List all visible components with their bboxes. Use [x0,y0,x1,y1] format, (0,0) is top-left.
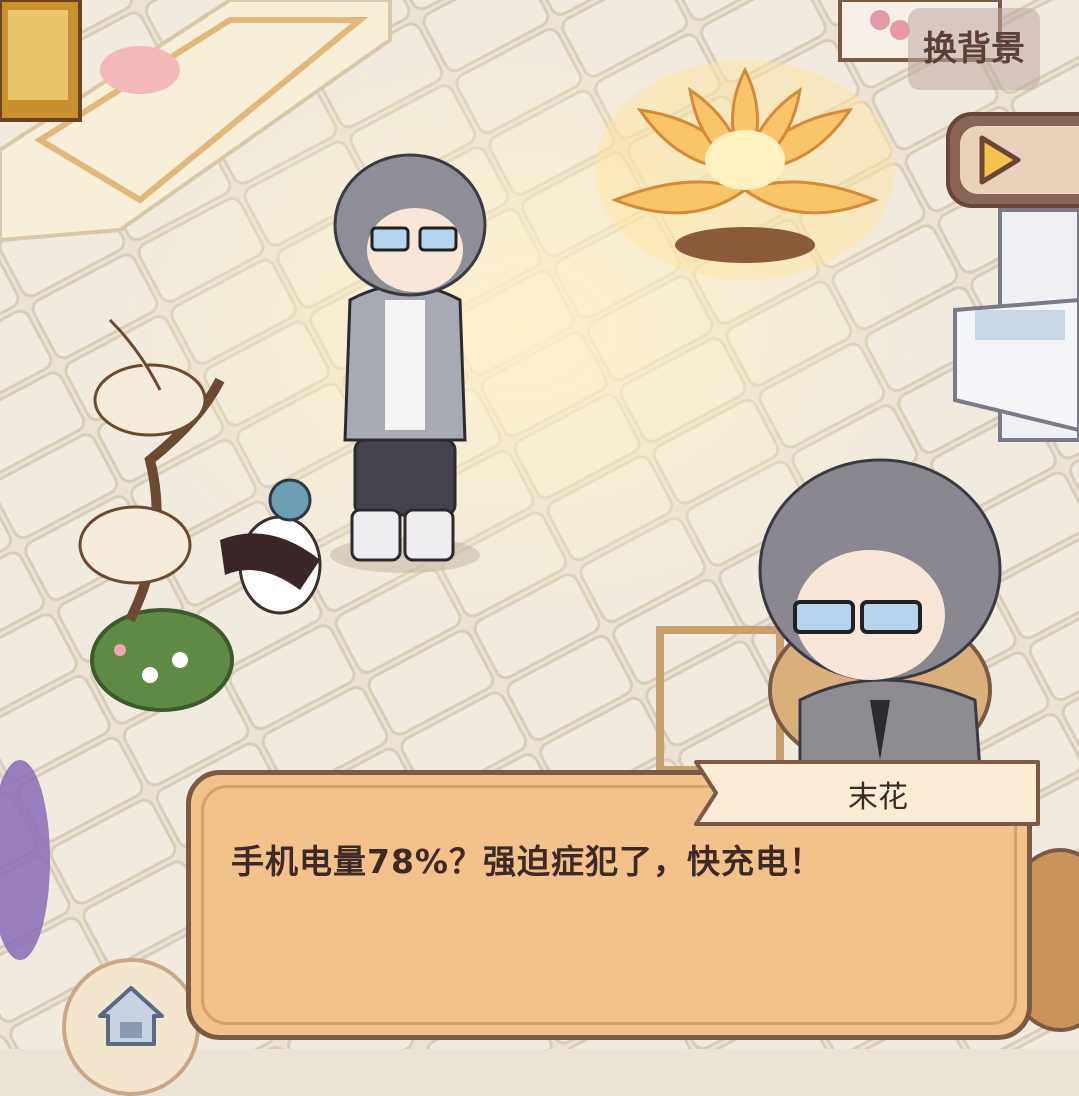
lotus-lamp [595,60,895,280]
change-background-button[interactable]: 换背景 [908,8,1040,90]
play-icon [979,135,1021,185]
cabinet [0,0,82,122]
speaker-name-tag: 末花 [692,758,1042,828]
expand-panel-button[interactable] [946,112,1079,208]
speaker-name: 末花 [848,780,908,815]
dialog-text: 手机电量78%？强迫症犯了，快充电！ [231,842,823,881]
home-button[interactable] [62,958,200,1096]
home-icon [98,986,164,1046]
